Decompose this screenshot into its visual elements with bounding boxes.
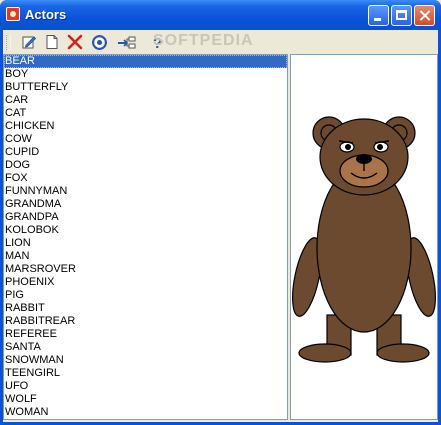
list-item[interactable]: FOX xyxy=(4,172,287,185)
list-item[interactable]: LION xyxy=(4,237,287,250)
list-item[interactable]: PIG xyxy=(4,289,287,302)
window-title: Actors xyxy=(25,7,67,22)
actor-list[interactable]: BEAR BOY BUTTERFLY CAR CAT CHICKEN COW CUPID DOG… xyxy=(3,54,288,420)
list-item[interactable]: GRANDMA xyxy=(4,198,287,211)
list-item[interactable]: CHICKEN xyxy=(4,120,287,133)
list-item[interactable]: MARSROVER xyxy=(4,263,287,276)
list-item[interactable]: WOMAN xyxy=(4,406,287,419)
list-item[interactable]: CAT xyxy=(4,107,287,120)
window-body: ? SOFTPEDIA BEAR BOY BUTTERFLY CAR CAT CHICKE… xyxy=(3,30,438,422)
list-item[interactable]: GRANDPA xyxy=(4,211,287,224)
app-icon[interactable] xyxy=(6,7,20,21)
list-item[interactable]: DOG xyxy=(4,159,287,172)
list-item[interactable]: MAN xyxy=(4,250,287,263)
list-item[interactable]: BOY xyxy=(4,68,287,81)
list-item[interactable]: SNOWMAN xyxy=(4,354,287,367)
list-item[interactable]: TEENGIRL xyxy=(4,367,287,380)
list-item[interactable]: WOLF xyxy=(4,393,287,406)
export-icon[interactable] xyxy=(117,33,137,51)
list-item[interactable]: BUTTERFLY xyxy=(4,81,287,94)
settings-icon[interactable] xyxy=(89,33,109,51)
list-item[interactable]: RABBITREAR xyxy=(4,315,287,328)
list-item[interactable]: PHOENIX xyxy=(4,276,287,289)
list-item[interactable]: UFO xyxy=(4,380,287,393)
list-item[interactable]: RABBIT xyxy=(4,302,287,315)
list-item[interactable]: BEAR xyxy=(4,55,287,68)
list-item[interactable]: REFEREE xyxy=(4,328,287,341)
close-button[interactable] xyxy=(414,5,435,26)
list-item[interactable]: SANTA xyxy=(4,341,287,354)
list-item[interactable]: CAR xyxy=(4,94,287,107)
list-item[interactable]: COW xyxy=(4,133,287,146)
actor-preview xyxy=(290,54,438,420)
edit-icon[interactable] xyxy=(19,33,39,51)
minimize-button[interactable] xyxy=(368,5,389,26)
watermark: SOFTPEDIA xyxy=(153,32,254,49)
delete-icon[interactable] xyxy=(65,33,85,51)
actors-window: Actors ? SOFTPEDIA BEAR BOY BUTTERFLY CA… xyxy=(0,0,441,425)
new-file-icon[interactable] xyxy=(42,33,62,51)
maximize-button[interactable] xyxy=(391,5,412,26)
bear-image xyxy=(292,116,436,363)
list-item[interactable]: KOLOBOK xyxy=(4,224,287,237)
title-bar[interactable]: Actors xyxy=(0,0,441,30)
list-item[interactable]: CUPID xyxy=(4,146,287,159)
toolbar-grip[interactable] xyxy=(6,35,11,50)
toolbar: ? SOFTPEDIA xyxy=(3,30,438,54)
list-item[interactable]: FUNNYMAN xyxy=(4,185,287,198)
